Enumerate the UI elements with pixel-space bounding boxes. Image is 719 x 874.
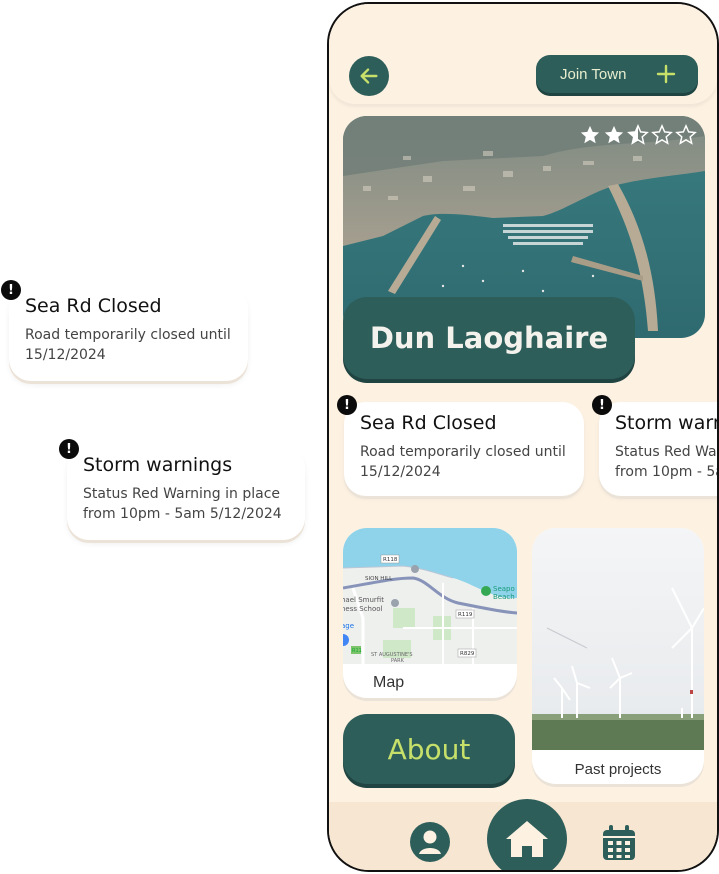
back-button[interactable] [349,56,389,96]
profile-icon[interactable] [409,821,451,863]
star-filled-icon [580,125,600,144]
rating-stars [579,124,697,146]
alert-card[interactable]: Storm warnings Status Red Warning in pla… [599,402,717,496]
map-place-label: hael Smurfit [343,596,384,604]
map-place-label: ness School [343,605,383,613]
alert-icon: ! [592,395,612,415]
map-preview: R118 R119 R829 R11 SION HILL hael Smurfi… [343,528,517,664]
alert-title: Storm warnings [615,412,717,434]
map-place-label: SION HILL [365,576,393,582]
map-label: Map [373,674,405,691]
alert-title: Sea Rd Closed [25,295,162,317]
alert-body: Road temporarily closed until 15/12/2024 [360,444,566,480]
home-icon [506,821,548,857]
map-road-label: R11 [352,648,362,654]
alert-icon: ! [1,280,21,300]
map-place-label: Seapo [493,585,515,593]
town-name-card: Dun Laoghaire [343,297,635,379]
star-empty-icon [651,124,673,145]
floating-alert-card[interactable]: Sea Rd Closed Road temporarily closed un… [9,287,248,381]
alert-title: Storm warnings [83,454,233,476]
map-place-label: age [343,622,354,630]
map-road-label: R829 [460,651,475,657]
map-road-label: R118 [383,557,398,563]
map-tile[interactable]: R118 R119 R829 R11 SION HILL hael Smurfi… [343,528,517,698]
alert-body: Road temporarily closed until 15/12/2024 [25,327,231,363]
alert-icon: ! [337,395,357,415]
about-button[interactable]: About [343,714,515,784]
floating-alert-card[interactable]: Storm warnings Status Red Warning in pla… [67,446,305,540]
join-town-label: Join Town [560,65,627,83]
map-place-label: PARK [391,658,405,664]
alert-body: Status Red Warning in place from 10pm - … [615,444,717,480]
alert-icon: ! [59,439,79,459]
star-empty-icon [675,124,697,145]
about-label: About [387,732,471,766]
plus-icon [656,64,676,84]
alert-body: Status Red Warning in place from 10pm - … [83,486,282,522]
past-projects-label: Past projects [574,761,662,778]
alert-card[interactable]: Sea Rd Closed Road temporarily closed un… [344,402,584,496]
join-town-button[interactable]: Join Town [536,55,698,93]
star-half-icon [627,124,649,145]
star-filled-icon [604,125,624,144]
phone-frame: Join Town Dun Laoghaire Sea Rd Closed Ro… [327,2,719,872]
town-name: Dun Laoghaire [369,321,609,355]
home-button[interactable] [487,799,567,870]
map-place-label: Beach [493,593,515,601]
alert-title: Sea Rd Closed [360,412,497,434]
arrow-left-icon [360,68,378,84]
past-projects-tile[interactable]: Past projects [532,528,704,784]
calendar-icon[interactable] [601,824,637,862]
wind-turbines-photo [532,528,704,750]
map-road-label: R119 [458,612,473,618]
top-bar: Join Town [329,4,717,104]
